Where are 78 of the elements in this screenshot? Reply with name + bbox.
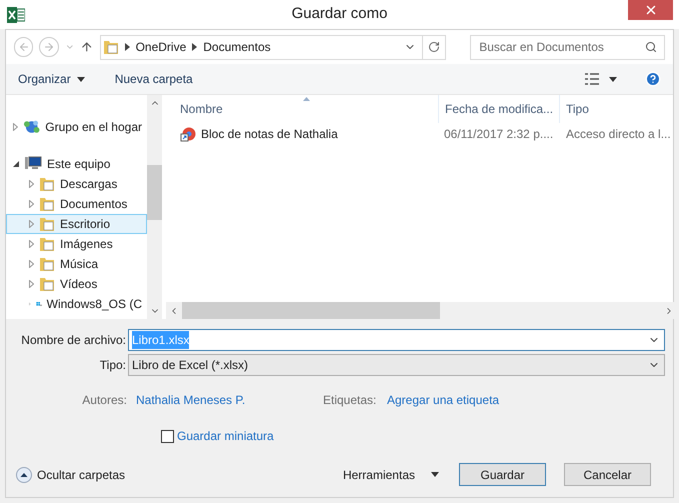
- nav-tree-item[interactable]: Windows8_OS (C: [6, 294, 147, 314]
- type-label: Tipo:: [98, 357, 127, 374]
- search-icon: [644, 40, 657, 52]
- computer-icon: [24, 156, 42, 172]
- nav-tree-item[interactable]: Este equipo: [6, 154, 147, 174]
- list-view-icon[interactable]: [585, 73, 599, 85]
- cancel-button[interactable]: Cancelar: [564, 463, 651, 486]
- forward-button[interactable]: [39, 37, 59, 57]
- refresh-button[interactable]: [422, 34, 446, 60]
- save-button[interactable]: Guardar: [459, 463, 546, 486]
- nav-tree-item[interactable]: Grupo en el hogar: [6, 117, 147, 137]
- help-icon: [645, 71, 661, 87]
- breadcrumb-arrow-icon[interactable]: [192, 43, 198, 51]
- vertical-scrollbar[interactable]: [147, 95, 162, 319]
- spreadsheet-app-icon: [7, 6, 25, 22]
- breadcrumb-item[interactable]: Documentos: [203, 38, 271, 56]
- back-arrow-icon: [18, 41, 30, 53]
- address-bar[interactable]: OneDrive Documentos: [100, 34, 424, 60]
- scroll-thumb[interactable]: [147, 164, 162, 220]
- sort-ascending-icon: [303, 97, 310, 101]
- collapse-up-icon: [16, 466, 32, 482]
- collapsed-arrow-icon[interactable]: [29, 260, 34, 268]
- folder-icon: [39, 216, 55, 232]
- collapsed-arrow-icon[interactable]: [29, 240, 34, 248]
- file-cell-text: 06/11/2017 2:32 p....: [444, 126, 554, 143]
- caret-icon: [76, 76, 85, 82]
- collapsed-arrow-icon[interactable]: [29, 300, 31, 308]
- thumbnail-label[interactable]: Guardar miniatura: [177, 427, 274, 445]
- shortcut-icon: [180, 126, 196, 142]
- thumbnail-checkbox[interactable]: [161, 430, 174, 442]
- file-cell-text: Bloc de notas de Nathalia: [201, 126, 338, 143]
- authors-link[interactable]: Nathalia Meneses P.: [136, 391, 323, 409]
- collapsed-arrow-icon[interactable]: [29, 220, 34, 228]
- type-dropdown[interactable]: Libro de Excel (*.xlsx): [128, 354, 665, 376]
- hide-folders-button[interactable]: Ocultar carpetas: [16, 466, 126, 484]
- caret-icon: [431, 472, 439, 477]
- nav-tree-item[interactable]: Imágenes: [6, 234, 147, 254]
- folder-icon: [39, 196, 55, 212]
- scroll-thumb[interactable]: [182, 302, 440, 319]
- collapsed-arrow-icon[interactable]: [29, 180, 34, 188]
- tags-label: Etiquetas:: [323, 392, 378, 409]
- breadcrumb-arrow-icon[interactable]: [124, 43, 130, 51]
- collapsed-arrow-icon[interactable]: [29, 200, 34, 208]
- column-header[interactable]: Tipo: [560, 95, 677, 123]
- breadcrumb-item[interactable]: OneDrive: [136, 38, 186, 56]
- file-cell-text: Acceso directo a l...: [566, 126, 671, 143]
- column-header[interactable]: Fecha de modifica...: [438, 95, 560, 123]
- search-field[interactable]: Buscar en Documentos: [470, 34, 665, 60]
- expanded-arrow-icon[interactable]: [13, 161, 19, 167]
- folder-icon: [39, 256, 55, 272]
- folder-icon: [39, 176, 55, 192]
- tags-link[interactable]: Agregar una etiqueta: [387, 391, 500, 409]
- new-folder-button[interactable]: Nueva carpeta: [114, 70, 193, 88]
- folder-icon: [102, 39, 119, 55]
- up-arrow-icon: [80, 40, 94, 54]
- refresh-icon: [428, 41, 440, 53]
- close-button[interactable]: [628, 0, 673, 20]
- organize-menu-button[interactable]: Organizar: [18, 70, 85, 88]
- nav-tree-item[interactable]: Documentos: [6, 194, 147, 214]
- column-header[interactable]: Nombre: [166, 95, 438, 123]
- horizontal-scrollbar[interactable]: [166, 302, 677, 319]
- network-globe-icon: [22, 119, 40, 135]
- forward-arrow-icon: [42, 41, 55, 53]
- folder-icon: [39, 276, 55, 292]
- nav-tree-item[interactable]: Vídeos: [6, 274, 147, 294]
- tools-menu-button[interactable]: Herramientas: [342, 466, 439, 484]
- window-title: Guardar como: [292, 4, 388, 24]
- folder-icon: [39, 236, 55, 252]
- back-button[interactable]: [14, 37, 34, 57]
- collapsed-arrow-icon[interactable]: [13, 123, 18, 131]
- file-row[interactable]: Bloc de notas de Nathalia 06/11/2017 2:32 p.... Acceso directo a l...: [166, 123, 677, 145]
- collapsed-arrow-icon[interactable]: [29, 280, 34, 288]
- authors-label: Autores:: [81, 392, 128, 409]
- nav-tree-item[interactable]: Descargas: [6, 174, 147, 194]
- nav-tree-item[interactable]: Escritorio: [6, 214, 147, 234]
- nav-tree-item[interactable]: Música: [6, 254, 147, 274]
- view-dropdown-caret-icon: [609, 76, 617, 82]
- file-name-label: Nombre de archivo:: [20, 332, 127, 349]
